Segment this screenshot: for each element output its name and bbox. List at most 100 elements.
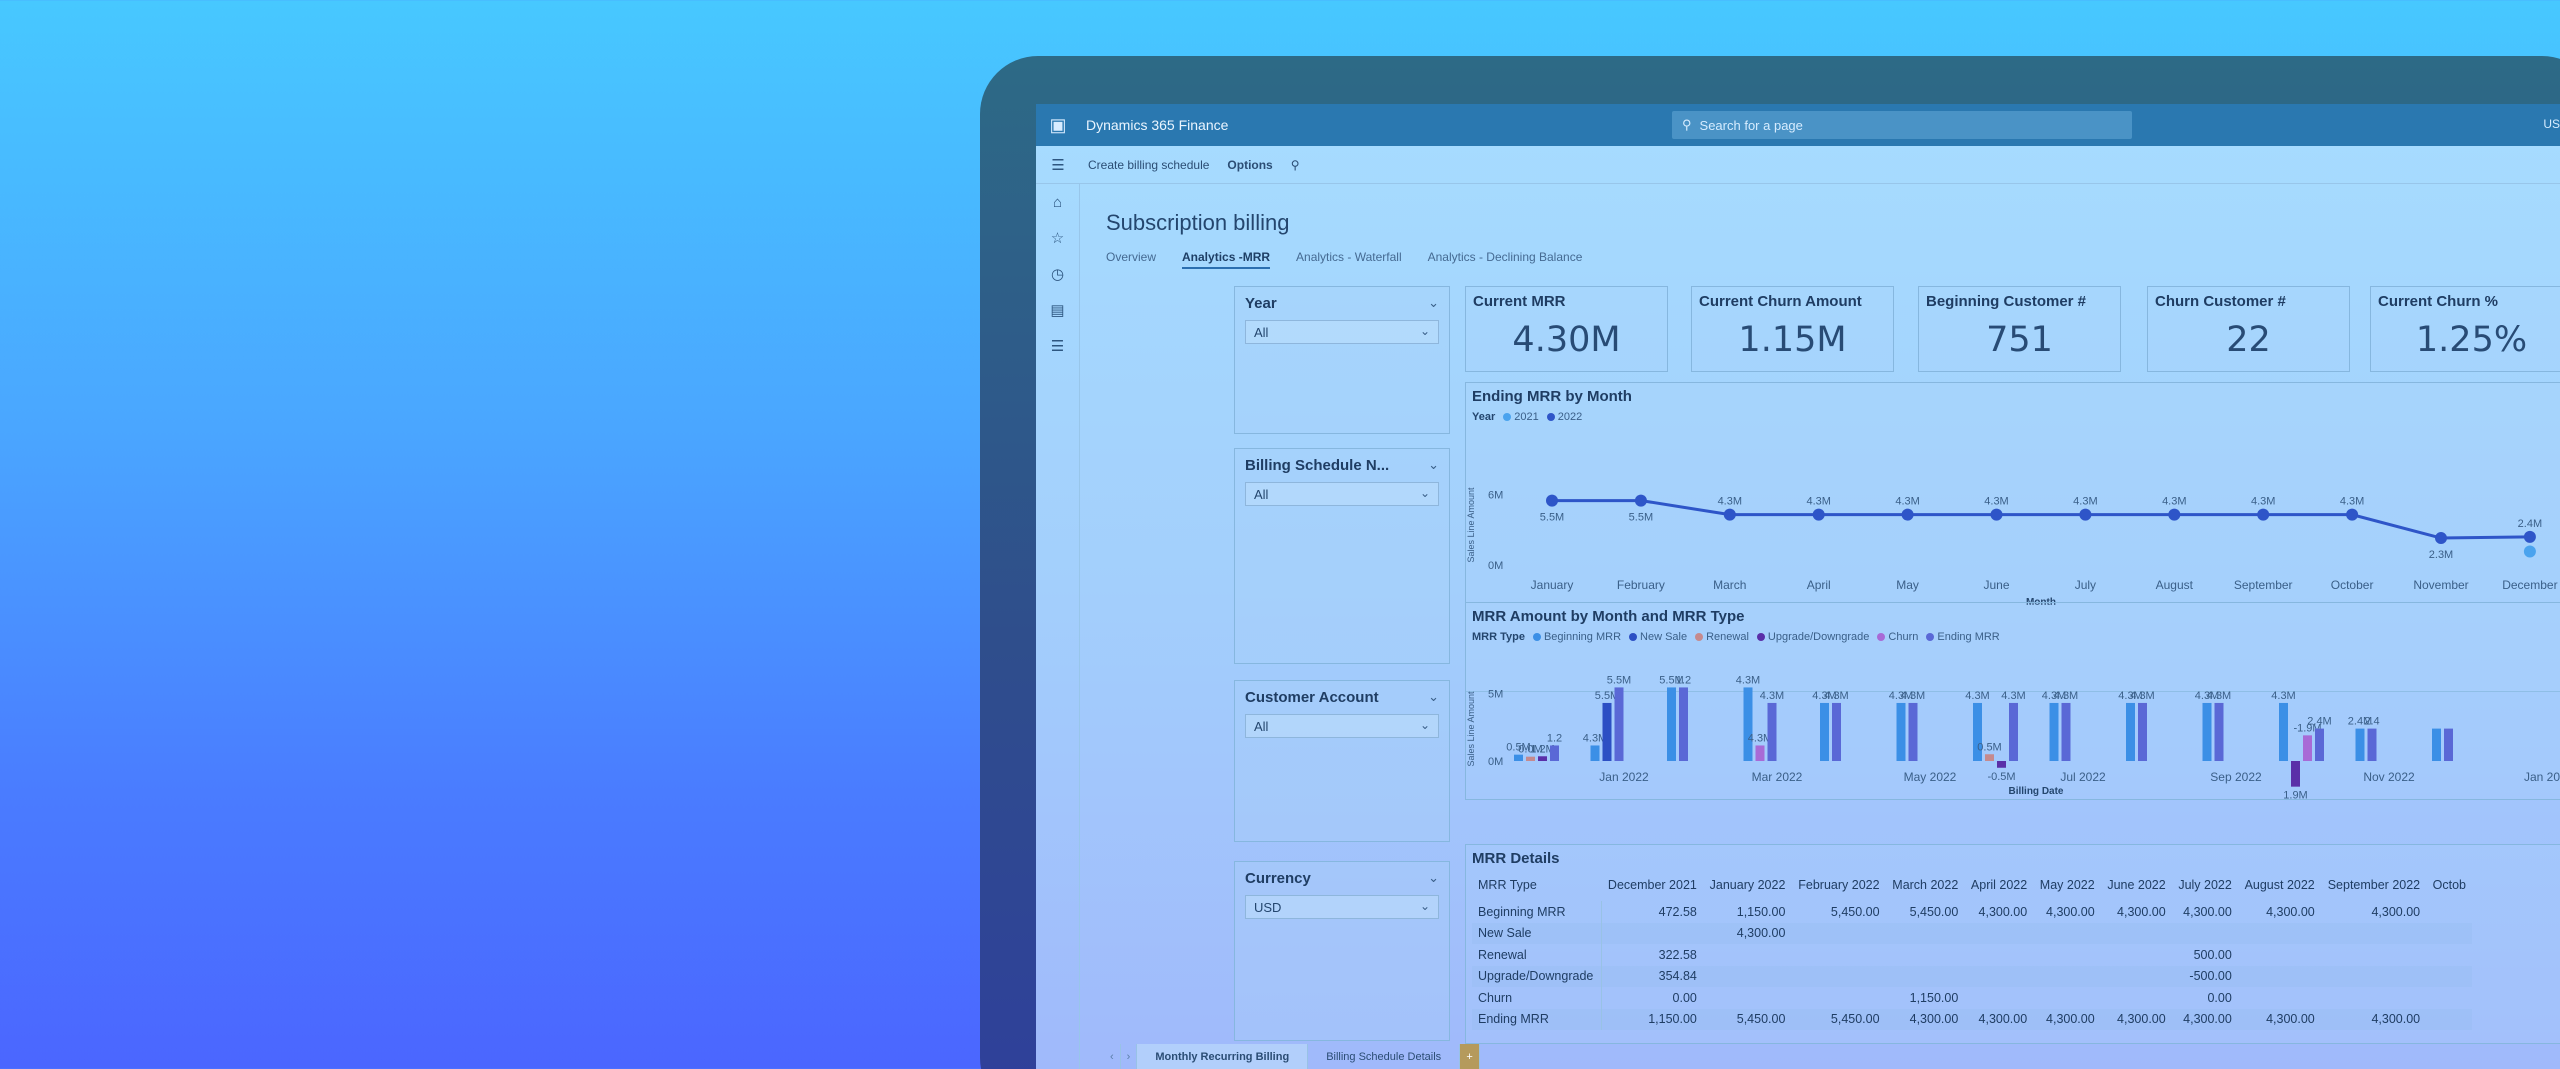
kpi-current-churn-pct[interactable]: Current Churn % 1.25% (2370, 286, 2560, 372)
data-label: 4.3M (2162, 496, 2186, 508)
modules-icon[interactable]: ☰ (1036, 328, 1079, 364)
data-point (2523, 530, 2536, 543)
legend-item-renewal[interactable]: Renewal (1695, 631, 1749, 643)
table-cell: New Sale (1472, 922, 1602, 944)
data-label: 4.3M (1895, 496, 1919, 508)
legend-item-ending-mrr[interactable]: Ending MRR (1926, 631, 2000, 643)
mrr-details-table: MRR Type December 2021 January 2022 Februar… (1472, 869, 2472, 1030)
data-label: 4.3M (1824, 690, 1848, 702)
app-title[interactable]: Dynamics 365 Finance (1086, 117, 1228, 133)
column-header[interactable]: April 2022 (1964, 869, 2033, 901)
tab-analytics-declining-balance[interactable]: Analytics - Declining Balance (1428, 250, 1583, 269)
column-header[interactable]: September 2022 (2321, 869, 2426, 901)
tab-billing-schedule-details[interactable]: Billing Schedule Details (1308, 1044, 1461, 1069)
legend-item-churn[interactable]: Churn (1877, 631, 1918, 643)
column-header[interactable]: July 2022 (2172, 869, 2238, 901)
user-initials[interactable]: US (2543, 117, 2560, 131)
tab-monthly-recurring-billing[interactable]: Monthly Recurring Billing (1137, 1044, 1309, 1069)
chevron-down-icon[interactable]: ⌄ (1428, 689, 1439, 705)
column-header[interactable]: February 2022 (1791, 869, 1885, 901)
table-row[interactable]: Upgrade/Downgrade 354.84 -500.00 (1472, 965, 2472, 987)
chevron-down-icon[interactable]: ⌄ (1428, 870, 1439, 886)
bar (2138, 702, 2147, 761)
column-header[interactable]: May 2022 (2033, 869, 2101, 901)
bar (1590, 745, 1600, 761)
table-row[interactable]: Beginning MRR 472.58 1,150.00 5,450.00 5,450… (1472, 901, 2472, 923)
slicer-value: USD (1254, 900, 1282, 915)
tab-analytics-waterfall[interactable]: Analytics - Waterfall (1296, 250, 1402, 269)
table-cell: 322.58 (1658, 947, 1697, 962)
table-cell (2033, 944, 2101, 966)
chevron-down-icon[interactable]: ⌄ (1428, 457, 1439, 473)
data-label: 4.3M (2073, 496, 2097, 508)
legend-item-upgrade-downgrade[interactable]: Upgrade/Downgrade (1756, 631, 1869, 643)
table-row[interactable]: Ending MRR 1,150.00 5,450.00 5,450.00 4,300.… (1472, 1008, 2472, 1030)
legend-item-new-sale[interactable]: New Sale (1629, 631, 1687, 643)
bar (2202, 702, 2212, 761)
tab-analytics-mrr[interactable]: Analytics -MRR (1182, 250, 1271, 269)
column-header[interactable]: January 2022 (1703, 869, 1792, 901)
table-cell (1791, 922, 1886, 944)
options-button[interactable]: Options (1227, 158, 1272, 172)
data-label: 1.2 (1547, 732, 1562, 744)
find-icon[interactable]: ⚲ (1291, 158, 1300, 172)
favorites-icon[interactable]: ☆ (1036, 220, 1079, 256)
chevron-down-icon: ⌄ (1419, 718, 1430, 732)
data-point (2168, 508, 2181, 521)
kpi-value: 22 (2226, 320, 2271, 360)
slicer-currency: Currency ⌄ USD ⌄ (1234, 861, 1450, 1041)
column-header[interactable]: June 2022 (2101, 869, 2172, 901)
table-cell: 0.00 (2207, 990, 2232, 1005)
table-row[interactable]: Renewal 322.58 500.00 (1472, 944, 2472, 966)
table-cell (1964, 944, 2033, 966)
search-box[interactable]: ⚲ Search for a page (1672, 111, 2132, 139)
column-header[interactable]: August 2022 (2238, 869, 2321, 901)
bar (2355, 728, 2365, 761)
column-header[interactable]: March 2022 (1886, 869, 1965, 901)
column-header[interactable]: MRR Type (1472, 869, 1601, 901)
chart-legend: Year 2021 2022 (1466, 405, 2560, 423)
kpi-churn-customer[interactable]: Churn Customer # 22 (2147, 286, 2350, 372)
table-cell: 4,300.00 (1885, 1008, 1965, 1030)
column-header[interactable]: Octob (2426, 869, 2472, 901)
prev-page-icon[interactable]: ‹ (1104, 1044, 1121, 1069)
create-billing-schedule-button[interactable]: Create billing schedule (1088, 158, 1209, 172)
hamburger-icon[interactable]: ☰ (1036, 156, 1080, 174)
slicer-dropdown[interactable]: All ⌄ (1245, 320, 1439, 344)
table-row[interactable]: New Sale 4,300.00 (1472, 922, 2472, 944)
workspaces-icon[interactable]: ▤ (1036, 292, 1079, 328)
slicer-label: Year (1245, 295, 1277, 312)
top-bar: ▣ Dynamics 365 Finance ⚲ Search for a pa… (1036, 104, 2560, 146)
legend-item-2021[interactable]: 2021 (1503, 411, 1539, 423)
recent-icon[interactable]: ◷ (1036, 256, 1079, 292)
x-tick-label: November (2413, 578, 2468, 592)
data-label: 4.3M (1901, 690, 1925, 702)
chevron-down-icon[interactable]: ⌄ (1428, 295, 1439, 311)
tab-overview[interactable]: Overview (1106, 250, 1156, 269)
slicer-dropdown[interactable]: All ⌄ (1245, 482, 1439, 506)
bar (2367, 728, 2377, 761)
table-cell: 1,150.00 (1909, 990, 1959, 1005)
table-cell (2426, 1008, 2472, 1030)
x-tick-label: February (1617, 578, 1665, 592)
kpi-current-churn-amount[interactable]: Current Churn Amount 1.15M (1691, 286, 1894, 372)
legend-item-2022[interactable]: 2022 (1546, 411, 1582, 423)
legend-item-beginning-mrr[interactable]: Beginning MRR (1532, 631, 1621, 643)
app-launcher-icon[interactable]: ▣ (1036, 115, 1080, 136)
next-page-icon[interactable]: › (1121, 1044, 1138, 1069)
bar (2061, 702, 2071, 761)
kpi-current-mrr[interactable]: Current MRR 4.30M (1465, 286, 1668, 372)
data-point (2346, 508, 2359, 521)
slicer-dropdown[interactable]: USD ⌄ (1245, 895, 1439, 919)
chart-legend: MRR Type Beginning MRR New Sale Renewal … (1466, 625, 2560, 643)
table-row[interactable]: Churn 0.00 1,150.00 0.00 (1472, 987, 2472, 1009)
column-header[interactable]: December 2021 (1601, 869, 1703, 901)
table-cell (2321, 987, 2426, 1009)
slicer-dropdown[interactable]: All ⌄ (1245, 714, 1439, 738)
kpi-beginning-customer[interactable]: Beginning Customer # 751 (1918, 286, 2121, 372)
x-tick-label: August (2156, 578, 2194, 592)
home-icon[interactable]: ⌂ (1036, 184, 1079, 220)
mrr-details-panel: MRR Details MRR Type December 2021 January… (1465, 844, 2560, 1044)
add-page-icon[interactable]: + (1460, 1044, 1481, 1069)
page-title: Subscription billing (1106, 210, 1290, 235)
